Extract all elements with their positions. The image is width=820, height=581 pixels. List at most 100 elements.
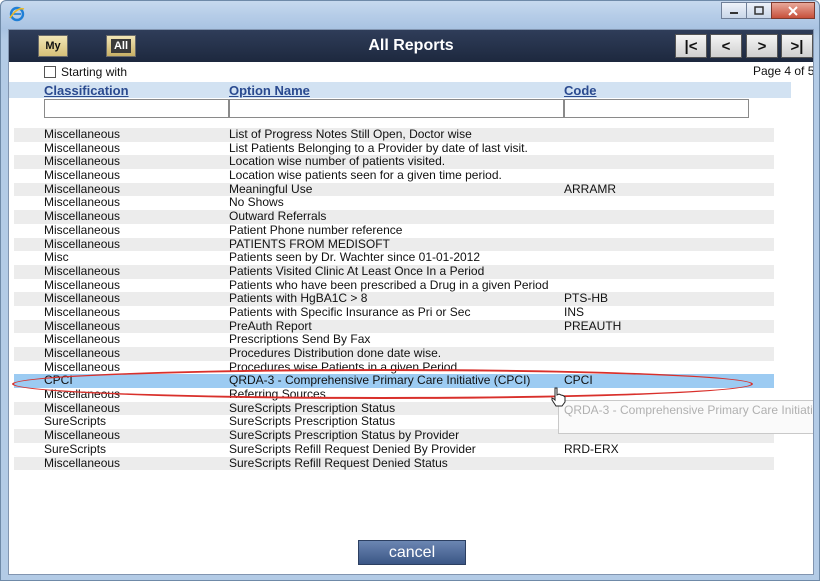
next-page-label: > <box>757 37 767 55</box>
classification-cell: Miscellaneous <box>44 236 121 251</box>
option-name-cell: QRDA-3 - Comprehensive Primary Care Init… <box>229 373 531 388</box>
option-name-cell: SureScripts Refill Request Denied By Pro… <box>229 441 476 456</box>
table-row[interactable]: Miscellaneous Location wise number of pat… <box>14 154 774 170</box>
classification-cell: Miscellaneous <box>44 455 121 470</box>
option-name-cell: Patients who have been prescribed a Drug… <box>229 277 549 292</box>
table-row[interactable]: Miscellaneous PATIENTS FROM MEDISOFT <box>14 236 774 252</box>
minimize-button[interactable] <box>721 2 747 19</box>
classification-cell: Misc <box>44 250 69 265</box>
table-row[interactable]: Miscellaneous Procedures Distribution don… <box>14 346 774 361</box>
classification-cell: Miscellaneous <box>44 181 121 196</box>
hand-cursor-icon <box>551 387 566 407</box>
code-filter-input[interactable] <box>564 99 749 118</box>
classification-cell: Miscellaneous <box>44 140 121 155</box>
table-row[interactable]: Miscellaneous No Shows <box>14 195 774 211</box>
last-page-label: >| <box>790 37 804 55</box>
option-name-filter-input[interactable] <box>229 99 564 118</box>
code-cell: PREAUTH <box>564 318 622 333</box>
first-page-label: |< <box>684 37 698 55</box>
starting-with-checkbox[interactable] <box>44 66 56 78</box>
code-cell: CPCI <box>564 373 593 388</box>
close-icon <box>788 5 798 16</box>
classification-column-header[interactable]: Classification <box>44 83 129 98</box>
option-name-cell: Patients Visited Clinic At Least Once In… <box>229 263 485 278</box>
option-name-cell: Referring Sources <box>229 387 326 402</box>
table-row[interactable]: Miscellaneous List Patients Belonging to … <box>14 140 774 156</box>
option-name-cell: PATIENTS FROM MEDISOFT <box>229 236 390 251</box>
reports-panel: My All All Reports |< < > >| Starting wi… <box>8 29 814 575</box>
classification-cell: SureScripts <box>44 441 107 456</box>
option-name-cell: SureScripts Refill Request Denied Status <box>229 455 448 470</box>
option-name-cell: PreAuth Report <box>229 318 312 333</box>
classification-cell: Miscellaneous <box>44 428 121 443</box>
option-name-cell: Patients seen by Dr. Wachter since 01-01… <box>229 250 481 265</box>
previous-page-label: < <box>721 37 731 55</box>
maximize-button[interactable] <box>746 2 772 19</box>
option-name-cell: SureScripts Prescription Status by Provi… <box>229 428 460 443</box>
table-row[interactable]: Miscellaneous List of Progress Notes Stil… <box>14 127 774 142</box>
option-name-cell: Patient Phone number reference <box>229 222 403 237</box>
option-name-cell: Outward Referrals <box>229 209 327 224</box>
code-column-header[interactable]: Code <box>564 83 597 98</box>
tooltip: QRDA-3 - Comprehensive Primary Care Init… <box>558 400 813 434</box>
last-page-button[interactable]: >| <box>781 34 813 58</box>
table-row[interactable]: Miscellaneous Meaningful Use ARRAMR <box>14 181 774 197</box>
table-row[interactable]: Miscellaneous SureScripts Refill Request … <box>14 455 774 471</box>
option-name-cell: Patients with Specific Insurance as Pri … <box>229 304 471 319</box>
option-name-cell: Patients with HgBA1C > 8 <box>229 291 368 306</box>
tooltip-text: QRDA-3 - Comprehensive Primary Care Init… <box>564 403 813 417</box>
table-row[interactable]: Miscellaneous Patient Phone number refere… <box>14 222 774 238</box>
cancel-label: cancel <box>388 543 436 561</box>
classification-cell: Miscellaneous <box>44 346 121 360</box>
title-bar <box>1 1 819 29</box>
option-name-cell: SureScripts Prescription Status <box>229 414 396 429</box>
option-name-cell: Prescriptions Send By Fax <box>229 332 371 347</box>
table-row[interactable]: Misc Patients seen by Dr. Wachter since 0… <box>14 250 774 265</box>
table-row[interactable]: Miscellaneous Patients with Specific Insu… <box>14 304 774 320</box>
classification-cell: Miscellaneous <box>44 400 121 415</box>
table-row[interactable]: SureScripts SureScripts Refill Request De… <box>14 441 774 457</box>
column-headers: Classification Option Name Code <box>9 82 791 98</box>
starting-with-option: Starting with <box>44 65 127 79</box>
code-cell: INS <box>564 304 585 319</box>
option-name-column-header[interactable]: Option Name <box>229 83 310 98</box>
table-row[interactable]: Miscellaneous Patients Visited Clinic At … <box>14 263 774 279</box>
option-name-cell: SureScripts Prescription Status <box>229 400 396 415</box>
classification-cell: Miscellaneous <box>44 222 121 237</box>
table-row[interactable]: Miscellaneous Patients with HgBA1C > 8 PTS… <box>14 292 774 306</box>
classification-cell: Miscellaneous <box>44 332 121 347</box>
option-name-cell: Location wise number of patients visited… <box>229 154 446 169</box>
table-row[interactable]: Miscellaneous Location wise patients seen… <box>14 168 774 183</box>
page-indicator: Page 4 of 5 <box>753 64 814 78</box>
table-row[interactable]: Miscellaneous Prescriptions Send By Fax <box>14 333 774 347</box>
code-cell: PTS-HB <box>564 291 609 306</box>
next-page-button[interactable]: > <box>746 34 778 58</box>
table-row[interactable]: Miscellaneous PreAuth Report PREAUTH <box>14 318 774 334</box>
table-row[interactable]: Miscellaneous Procedures wise Patients in… <box>14 359 774 375</box>
classification-filter-input[interactable] <box>44 99 229 118</box>
option-name-cell: Meaningful Use <box>229 181 313 196</box>
classification-cell: Miscellaneous <box>44 168 121 183</box>
classification-cell: Miscellaneous <box>44 387 121 402</box>
classification-cell: Miscellaneous <box>44 359 121 374</box>
cancel-button[interactable]: cancel <box>358 540 466 565</box>
table-row[interactable]: Miscellaneous Outward Referrals <box>14 209 774 224</box>
first-page-button[interactable]: |< <box>675 34 707 58</box>
table-row[interactable]: Miscellaneous Patients who have been pres… <box>14 277 774 293</box>
option-name-cell: Procedures Distribution done date wise. <box>229 346 442 360</box>
classification-cell: SureScripts <box>44 414 107 429</box>
table-row[interactable]: CPCI QRDA-3 - Comprehensive Primary Care … <box>14 373 774 389</box>
classification-cell: CPCI <box>44 373 73 388</box>
classification-cell: Miscellaneous <box>44 154 121 169</box>
internet-explorer-icon <box>9 6 25 22</box>
option-name-cell: No Shows <box>229 195 284 210</box>
close-button[interactable] <box>771 2 815 19</box>
classification-cell: Miscellaneous <box>44 291 121 306</box>
previous-page-button[interactable]: < <box>710 34 742 58</box>
starting-with-label: Starting with <box>61 65 128 79</box>
code-cell: ARRAMR <box>564 181 617 196</box>
minimize-icon <box>730 11 738 14</box>
option-name-cell: Procedures wise Patients in a given Peri… <box>229 359 458 374</box>
option-name-cell: List of Progress Notes Still Open, Docto… <box>229 127 472 141</box>
maximize-icon <box>754 6 764 15</box>
